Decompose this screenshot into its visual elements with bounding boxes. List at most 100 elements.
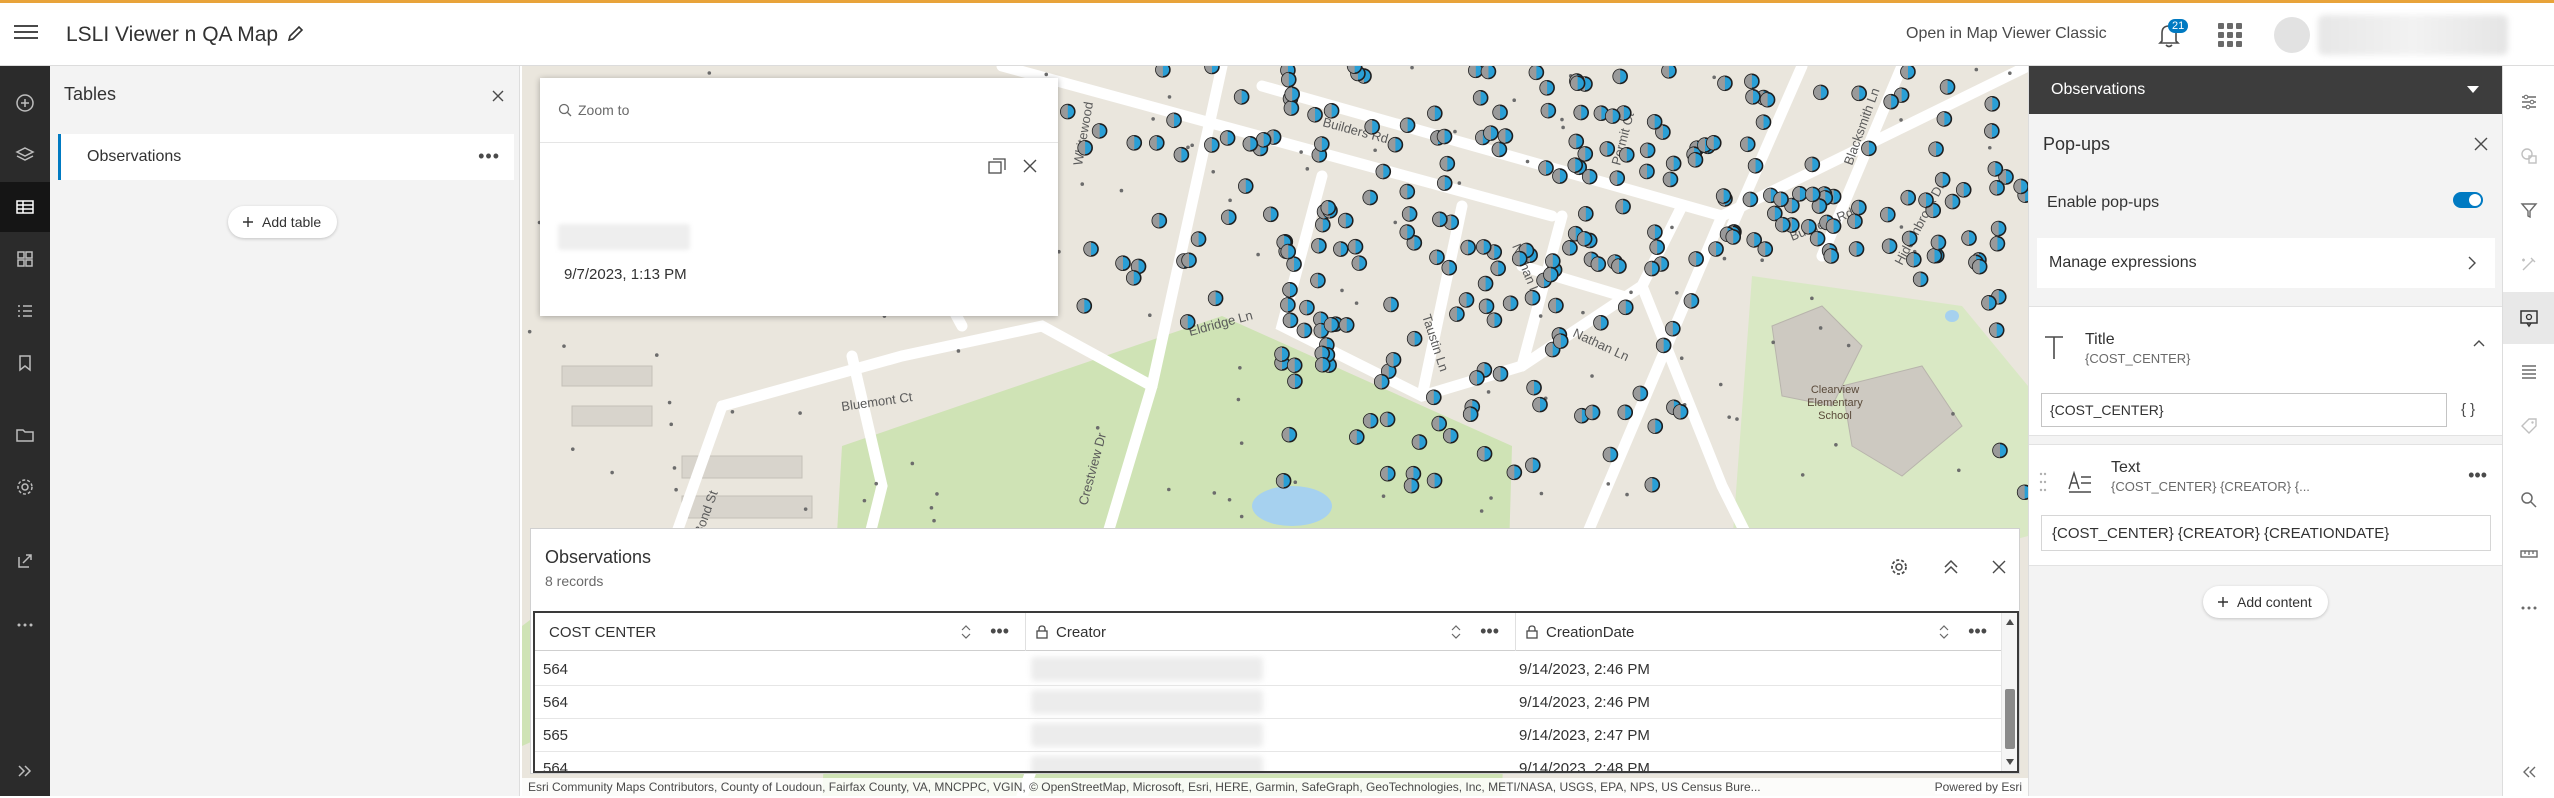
observation-marker[interactable] <box>1373 373 1390 390</box>
observation-marker[interactable] <box>1190 231 1207 247</box>
insert-field-button[interactable]: { } <box>2461 401 2475 418</box>
scroll-down-icon[interactable] <box>2006 759 2014 765</box>
column-options-icon[interactable]: ••• <box>1480 621 1499 642</box>
observation-marker[interactable] <box>1255 132 1272 148</box>
column-header-creation-date[interactable]: CreationDate ••• <box>1515 613 2003 651</box>
folder-icon[interactable] <box>0 410 50 460</box>
observation-marker[interactable] <box>1918 192 1934 208</box>
filter-icon[interactable] <box>2503 184 2554 236</box>
add-content-button[interactable]: Add content <box>2203 586 2328 618</box>
observation-marker[interactable] <box>1661 66 1677 79</box>
observation-marker[interactable] <box>1362 412 1379 429</box>
expand-icon[interactable] <box>0 746 50 796</box>
observation-marker[interactable] <box>1426 472 1443 489</box>
observation-marker[interactable] <box>1155 66 1171 78</box>
observation-marker[interactable] <box>1562 240 1578 256</box>
table-row[interactable]: 564 9/14/2023, 2:46 PM <box>535 686 2003 719</box>
observation-marker[interactable] <box>1584 404 1601 421</box>
observation-marker[interactable] <box>1283 100 1300 116</box>
observation-marker[interactable] <box>1688 251 1704 267</box>
observation-marker[interactable] <box>1528 66 1545 81</box>
column-options-icon[interactable]: ••• <box>1968 621 1987 642</box>
observation-marker[interactable] <box>1263 206 1279 223</box>
observation-marker[interactable] <box>1439 155 1456 172</box>
gear-icon[interactable] <box>1889 557 1909 577</box>
observation-marker[interactable] <box>1900 66 1916 80</box>
observation-marker[interactable] <box>1320 199 1337 216</box>
observation-marker[interactable] <box>1552 168 1568 184</box>
observation-marker[interactable] <box>1207 290 1224 307</box>
more-icon[interactable] <box>2503 582 2554 634</box>
observation-marker[interactable] <box>1431 415 1448 432</box>
observation-marker[interactable] <box>1647 418 1664 435</box>
observation-marker[interactable] <box>1469 370 1485 386</box>
observation-marker[interactable] <box>1375 163 1392 180</box>
measure-icon[interactable] <box>2503 528 2554 580</box>
observation-marker[interactable] <box>1883 93 1899 110</box>
observation-marker[interactable] <box>1492 366 1509 382</box>
observation-marker[interactable] <box>1347 238 1364 255</box>
observation-marker[interactable] <box>1282 282 1298 298</box>
observation-marker[interactable] <box>1281 426 1298 443</box>
observation-marker[interactable] <box>1476 445 1493 462</box>
observation-marker[interactable] <box>1552 333 1569 349</box>
observation-marker[interactable] <box>1083 241 1099 257</box>
observation-marker[interactable] <box>1926 247 1943 264</box>
more-icon[interactable] <box>0 600 50 650</box>
observation-marker[interactable] <box>1399 183 1416 200</box>
observation-marker[interactable] <box>1442 427 1459 444</box>
observation-marker[interactable] <box>1900 189 1917 206</box>
observation-marker[interactable] <box>1992 442 2008 459</box>
observation-marker[interactable] <box>1639 163 1655 180</box>
observation-marker[interactable] <box>1775 216 1791 233</box>
sort-icon[interactable] <box>961 625 971 639</box>
layers-icon[interactable] <box>0 130 50 180</box>
observation-marker[interactable] <box>1126 135 1143 151</box>
observation-marker[interactable] <box>1483 125 1499 141</box>
observation-marker[interactable] <box>1179 314 1196 330</box>
tables-icon[interactable] <box>0 182 50 232</box>
menu-icon[interactable] <box>14 21 38 45</box>
observation-marker[interactable] <box>1961 230 1977 246</box>
chevron-up-icon[interactable] <box>2473 339 2485 347</box>
observation-marker[interactable] <box>1436 128 1453 145</box>
observation-marker[interactable] <box>1427 105 1443 122</box>
observation-marker[interactable] <box>1804 156 1821 173</box>
observation-marker[interactable] <box>1490 260 1506 277</box>
observation-marker[interactable] <box>1801 219 1817 235</box>
observation-marker[interactable] <box>1060 103 1076 120</box>
observation-marker[interactable] <box>1338 317 1355 333</box>
observation-marker[interactable] <box>1989 235 2006 252</box>
observation-marker[interactable] <box>1480 66 1497 80</box>
observation-marker[interactable] <box>1475 239 1492 255</box>
observation-marker[interactable] <box>1436 175 1453 191</box>
search-icon[interactable] <box>2503 474 2554 526</box>
observation-marker[interactable] <box>1989 180 2005 196</box>
observation-marker[interactable] <box>1333 241 1349 257</box>
observation-marker[interactable] <box>1351 255 1368 271</box>
observation-marker[interactable] <box>1149 135 1165 151</box>
scroll-up-icon[interactable] <box>2006 619 2014 625</box>
observation-marker[interactable] <box>1432 211 1448 228</box>
observation-marker[interactable] <box>1125 270 1142 286</box>
table-item-observations[interactable]: Observations ••• <box>58 134 514 180</box>
observation-marker[interactable] <box>1543 266 1559 283</box>
observation-marker[interactable] <box>1655 337 1672 354</box>
observation-marker[interactable] <box>1847 213 1863 230</box>
observation-marker[interactable] <box>1618 147 1635 163</box>
user-name-redacted[interactable] <box>2318 15 2508 55</box>
legend-icon[interactable] <box>0 286 50 336</box>
column-options-icon[interactable]: ••• <box>990 621 1009 642</box>
fields-icon[interactable] <box>2503 346 2554 398</box>
observation-marker[interactable] <box>1725 229 1742 245</box>
observation-marker[interactable] <box>1672 404 1689 420</box>
observation-marker[interactable] <box>1478 298 1495 315</box>
observation-marker[interactable] <box>1497 128 1514 144</box>
observation-marker[interactable] <box>1538 160 1554 176</box>
observation-marker[interactable] <box>1825 218 1842 234</box>
observation-marker[interactable] <box>1284 86 1300 103</box>
observation-marker[interactable] <box>1823 248 1840 264</box>
observation-marker[interactable] <box>1166 112 1182 129</box>
observation-marker[interactable] <box>1567 157 1584 173</box>
observation-marker[interactable] <box>1988 322 2005 338</box>
